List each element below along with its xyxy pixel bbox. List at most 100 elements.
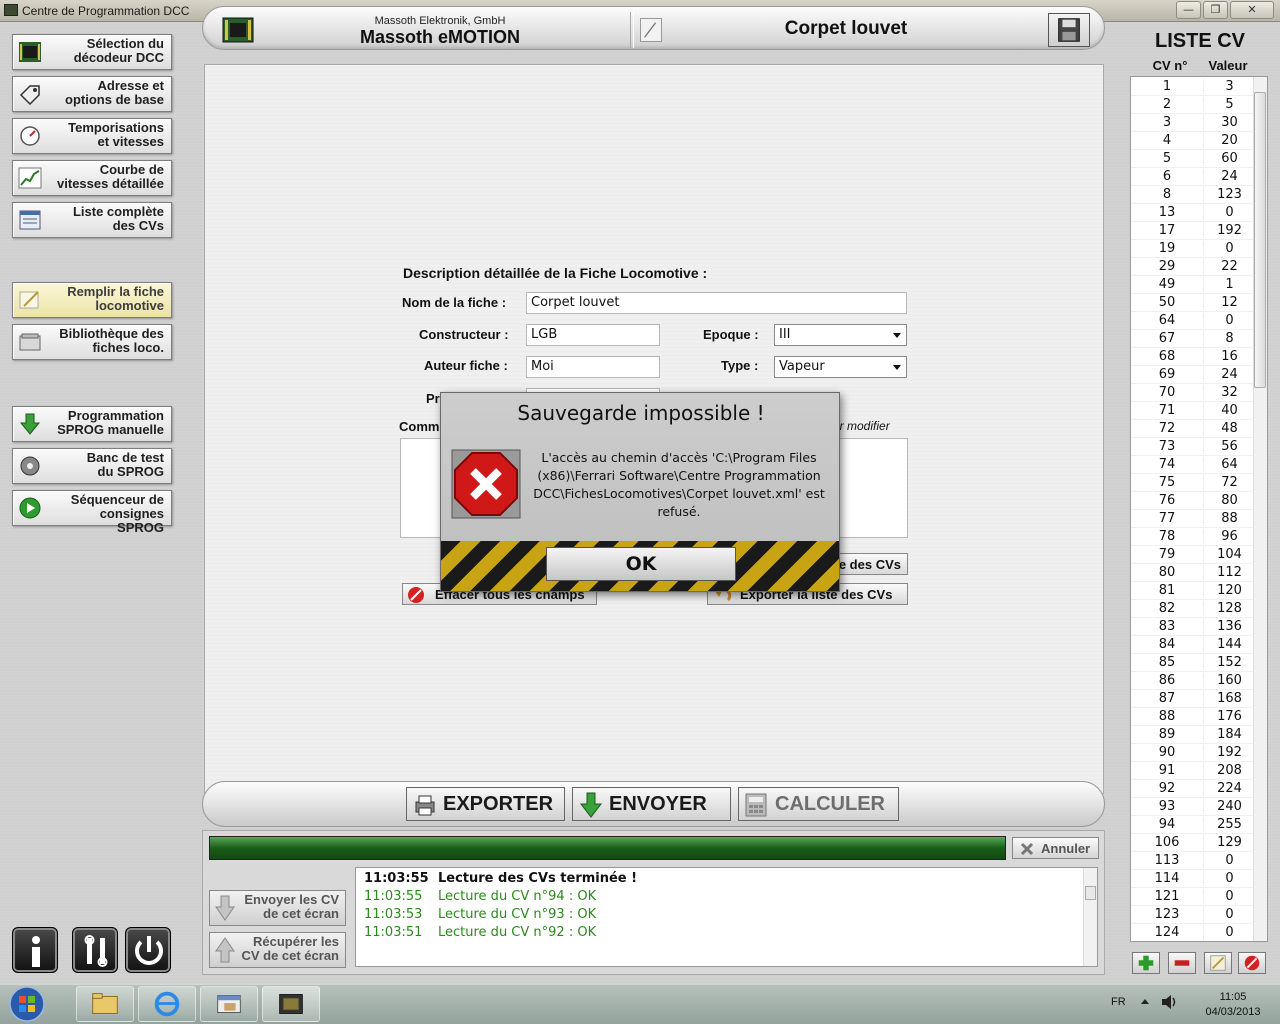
tray-up-arrow-icon[interactable] [1138, 994, 1152, 1008]
cv-row[interactable]: 71 40 [1131, 402, 1255, 420]
cv-row[interactable]: 75 72 [1131, 474, 1255, 492]
cv-row[interactable]: 84 144 [1131, 636, 1255, 654]
send-button[interactable]: ENVOYER [572, 787, 731, 821]
cv-row[interactable]: 6 24 [1131, 168, 1255, 186]
sidebar-item-sprog-test[interactable]: Banc de test du SPROG [12, 448, 172, 484]
edit-name-icon[interactable] [640, 18, 662, 42]
cv-row[interactable]: 50 12 [1131, 294, 1255, 312]
cv-row[interactable]: 106 129 [1131, 834, 1255, 852]
fetch-cv-button[interactable]: Récupérer les CV de cet écran [209, 932, 346, 968]
add-cv-button[interactable] [1132, 952, 1160, 974]
nom-field[interactable]: Corpet louvet [526, 292, 907, 314]
sidebar-item-label: Liste complète [72, 204, 164, 219]
printer-icon [415, 795, 435, 816]
taskbar-explorer[interactable] [76, 986, 134, 1022]
cv-row[interactable]: 121 0 [1131, 888, 1255, 906]
sidebar-item-cv-list[interactable]: Liste complète des CVs [12, 202, 172, 238]
cv-row[interactable]: 80 112 [1131, 564, 1255, 582]
log-line: 11:03:51 Lecture du CV n°92 : OK [364, 925, 596, 940]
taskbar-app-window[interactable] [200, 986, 258, 1022]
sidebar-item-decoder-selection[interactable]: Sélection du décodeur DCC [12, 34, 172, 70]
type-select[interactable]: Vapeur [774, 356, 907, 378]
cv-row[interactable]: 83 136 [1131, 618, 1255, 636]
cv-row[interactable]: 113 0 [1131, 852, 1255, 870]
cv-list-scroll-thumb[interactable] [1254, 92, 1266, 388]
cancel-button[interactable]: Annuler [1012, 837, 1099, 859]
cv-row[interactable]: 74 64 [1131, 456, 1255, 474]
epoque-select[interactable]: III [774, 324, 907, 346]
cv-row[interactable]: 94 255 [1131, 816, 1255, 834]
cv-row[interactable]: 13 0 [1131, 204, 1255, 222]
constructeur-field[interactable]: LGB [526, 324, 660, 346]
cv-row[interactable]: 4 20 [1131, 132, 1255, 150]
sidebar-item-loco-sheet[interactable]: Remplir la fiche locomotive [12, 282, 172, 318]
power-button[interactable] [125, 927, 171, 973]
cv-row[interactable]: 87 168 [1131, 690, 1255, 708]
edit-cv-button[interactable] [1204, 952, 1232, 974]
cv-row[interactable]: 114 0 [1131, 870, 1255, 888]
cv-row[interactable]: 89 184 [1131, 726, 1255, 744]
cv-row[interactable]: 70 32 [1131, 384, 1255, 402]
cv-row[interactable]: 77 88 [1131, 510, 1255, 528]
cv-row[interactable]: 69 24 [1131, 366, 1255, 384]
info-button[interactable] [12, 927, 58, 973]
ok-button[interactable]: OK [546, 547, 736, 581]
remove-cv-button[interactable] [1168, 952, 1196, 974]
sidebar-item-address[interactable]: Adresse et options de base [12, 76, 172, 112]
send-cv-button[interactable]: Envoyer les CV de cet écran [209, 890, 346, 926]
cv-row[interactable]: 86 160 [1131, 672, 1255, 690]
sidebar-item-loco-library[interactable]: Bibliothèque des fiches loco. [12, 324, 172, 360]
volume-icon[interactable] [1160, 994, 1178, 1010]
restore-button[interactable]: ❐ [1203, 1, 1228, 19]
delete-cv-button[interactable] [1238, 952, 1266, 974]
calculate-button[interactable]: CALCULER [738, 787, 899, 821]
cv-row[interactable]: 49 1 [1131, 276, 1255, 294]
sidebar-item-sprog-sequencer[interactable]: Séquenceur de consignes SPROG [12, 490, 172, 535]
cv-row[interactable]: 90 192 [1131, 744, 1255, 762]
cv-row[interactable]: 68 16 [1131, 348, 1255, 366]
sidebar-item-label: des CVs [112, 218, 164, 233]
cv-row[interactable]: 78 96 [1131, 528, 1255, 546]
minimize-button[interactable]: — [1176, 1, 1201, 19]
cv-row[interactable]: 73 56 [1131, 438, 1255, 456]
cv-row[interactable]: 25 [1131, 96, 1255, 114]
cv-row[interactable]: 76 80 [1131, 492, 1255, 510]
cv-row[interactable]: 93 240 [1131, 798, 1255, 816]
cv-row[interactable]: 64 0 [1131, 312, 1255, 330]
close-button[interactable]: ✕ [1230, 1, 1274, 19]
cv-row[interactable]: 19 0 [1131, 240, 1255, 258]
cv-value: 16 [1203, 349, 1255, 364]
cv-row[interactable]: 67 8 [1131, 330, 1255, 348]
cv-row[interactable]: 91 208 [1131, 762, 1255, 780]
language-indicator[interactable]: FR [1111, 996, 1126, 1008]
cv-row[interactable]: 17 192 [1131, 222, 1255, 240]
taskbar-dcc-app[interactable] [262, 986, 320, 1022]
auteur-field[interactable]: Moi [526, 356, 660, 378]
log-scrollbar[interactable] [1083, 868, 1097, 966]
save-button[interactable] [1048, 13, 1090, 47]
start-button[interactable] [2, 985, 52, 1023]
clock[interactable]: 11:05 04/03/2013 [1190, 990, 1276, 1020]
cv-row[interactable]: 124 0 [1131, 924, 1255, 941]
taskbar-browser[interactable] [138, 986, 196, 1022]
cv-row[interactable]: 88 176 [1131, 708, 1255, 726]
export-button[interactable]: EXPORTER [406, 787, 565, 821]
cv-row[interactable]: 72 48 [1131, 420, 1255, 438]
sidebar-item-sprog-manual[interactable]: Programmation SPROG manuelle [12, 406, 172, 442]
cv-row[interactable]: 5 60 [1131, 150, 1255, 168]
tools-button[interactable] [72, 927, 118, 973]
cv-row[interactable]: 8 123 [1131, 186, 1255, 204]
cv-row[interactable]: 92 224 [1131, 780, 1255, 798]
cv-row[interactable]: 79 104 [1131, 546, 1255, 564]
sidebar-item-timing[interactable]: Temporisations et vitesses [12, 118, 172, 154]
cv-row[interactable]: 85 152 [1131, 654, 1255, 672]
list-icon [18, 209, 42, 231]
log-scroll-thumb[interactable] [1085, 886, 1096, 900]
cv-row[interactable]: 13 [1131, 78, 1255, 96]
cv-row[interactable]: 3 30 [1131, 114, 1255, 132]
cv-row[interactable]: 123 0 [1131, 906, 1255, 924]
cv-row[interactable]: 29 22 [1131, 258, 1255, 276]
sidebar-item-speed-curve[interactable]: Courbe de vitesses détaillée [12, 160, 172, 196]
cv-row[interactable]: 82 128 [1131, 600, 1255, 618]
cv-row[interactable]: 81 120 [1131, 582, 1255, 600]
